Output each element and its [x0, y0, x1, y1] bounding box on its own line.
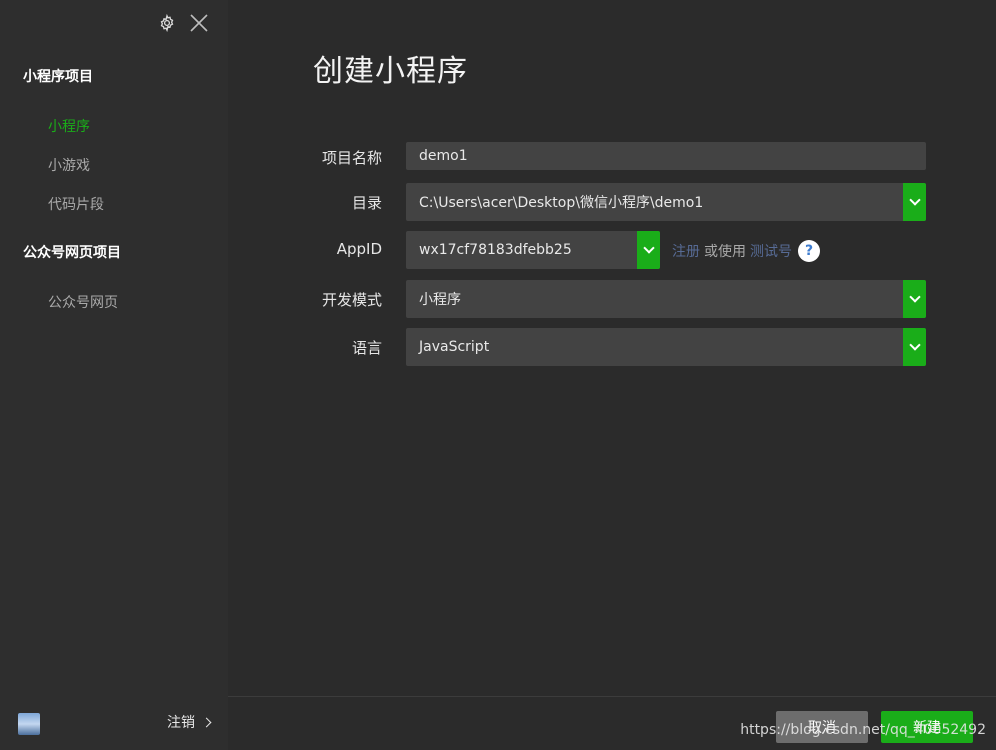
form-row-language: 语言 JavaScript: [228, 328, 996, 366]
form-row-dev-mode: 开发模式 小程序: [228, 280, 996, 318]
sidebar-top-icons: [156, 12, 210, 34]
or-use-text: 或使用: [704, 244, 746, 260]
chevron-right-icon: [201, 717, 212, 728]
dev-mode-value: 小程序: [419, 292, 461, 308]
register-link[interactable]: 注册: [672, 241, 700, 261]
dev-mode-label: 开发模式: [321, 291, 382, 309]
section-title-miniprogram-projects: 小程序项目: [23, 69, 93, 85]
avatar[interactable]: [18, 713, 40, 735]
chevron-down-icon: [908, 291, 921, 303]
watermark-text: https://blog.csdn.net/qq_40052492: [740, 722, 986, 738]
dev-mode-select[interactable]: 小程序: [406, 280, 926, 318]
appid-select[interactable]: wx17cf78183dfebb25: [406, 231, 660, 269]
appid-value: wx17cf78183dfebb25: [419, 242, 572, 258]
logout-button[interactable]: 注销: [167, 712, 212, 732]
language-label: 语言: [351, 339, 382, 357]
page-title: 创建小程序: [313, 54, 468, 89]
appid-dropdown-button[interactable]: [637, 231, 660, 269]
form-row-directory: 目录 C:\Users\acer\Desktop\微信小程序\demo1: [228, 183, 996, 221]
help-icon[interactable]: ?: [798, 240, 820, 262]
directory-dropdown-button[interactable]: [903, 183, 926, 221]
language-dropdown-button[interactable]: [903, 328, 926, 366]
sidebar-bottom: 注销: [0, 698, 228, 750]
language-select[interactable]: JavaScript: [406, 328, 926, 366]
directory-label: 目录: [351, 194, 382, 212]
sidebar-item-official-account-web[interactable]: 公众号网页: [48, 292, 118, 312]
chevron-down-icon: [908, 339, 921, 351]
sidebar-item-miniprogram[interactable]: 小程序: [48, 116, 90, 136]
chevron-down-icon: [908, 194, 921, 206]
project-name-value: demo1: [419, 148, 468, 164]
create-project-window: 小程序项目 小程序 小游戏 代码片段 公众号网页项目 公众号网页 注销 创建小程…: [0, 0, 996, 750]
gear-icon[interactable]: [156, 12, 178, 34]
appid-links: 注册 或使用 测试号 ?: [672, 240, 820, 262]
test-account-link[interactable]: 测试号: [750, 241, 792, 261]
form-row-project-name: 项目名称 demo1: [228, 142, 996, 180]
project-name-input[interactable]: demo1: [406, 142, 926, 170]
chevron-down-icon: [642, 242, 655, 254]
footer-divider: [228, 696, 996, 697]
language-value: JavaScript: [419, 339, 490, 355]
logout-label: 注销: [167, 715, 195, 731]
section-title-official-account-web: 公众号网页项目: [23, 245, 121, 261]
sidebar: 小程序项目 小程序 小游戏 代码片段 公众号网页项目 公众号网页 注销: [0, 0, 228, 750]
dev-mode-dropdown-button[interactable]: [903, 280, 926, 318]
directory-value: C:\Users\acer\Desktop\微信小程序\demo1: [419, 195, 704, 211]
sidebar-item-minigame[interactable]: 小游戏: [48, 155, 90, 175]
form-row-appid: AppID wx17cf78183dfebb25 注册 或使用 测试号 ?: [228, 231, 996, 269]
directory-select[interactable]: C:\Users\acer\Desktop\微信小程序\demo1: [406, 183, 926, 221]
sidebar-item-code-snippet[interactable]: 代码片段: [48, 194, 104, 214]
appid-label: AppID: [336, 240, 382, 258]
project-name-label: 项目名称: [321, 149, 382, 167]
close-icon[interactable]: [188, 12, 210, 34]
main-panel: 创建小程序 项目名称 demo1 目录 C:\Users\acer\Deskto…: [228, 0, 996, 750]
